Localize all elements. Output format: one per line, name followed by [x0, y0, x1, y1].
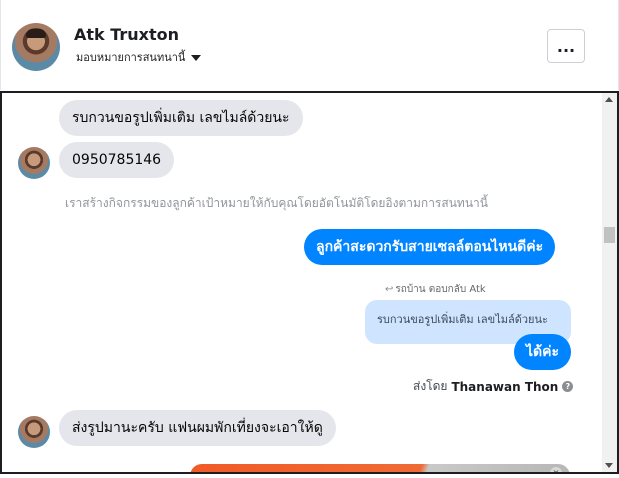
image-attachment[interactable] — [190, 464, 570, 472]
message-thread[interactable]: รบกวนขอรูปเพิ่มเติม เลขไมล์ด้วยนะ 095078… — [0, 91, 619, 474]
close-icon[interactable]: × — [550, 467, 562, 472]
assign-label: มอบหมายการสนทนานี้ — [76, 51, 186, 64]
incoming-message-bubble: รบกวนขอรูปเพิ่มเติม เลขไมล์ด้วยนะ — [59, 100, 303, 136]
reply-arrow-icon: ↩ — [385, 284, 394, 295]
vertical-scrollbar[interactable] — [602, 93, 617, 472]
contact-avatar[interactable] — [12, 23, 60, 71]
conversation-header: Atk Truxton มอบหมายการสนทนานี้ ... — [0, 0, 619, 90]
scroll-up-icon[interactable] — [605, 97, 613, 102]
assign-conversation-dropdown[interactable]: มอบหมายการสนทนานี้ — [76, 48, 202, 66]
sent-by-agent: Thanawan Thon — [451, 379, 559, 394]
system-note: เราสร้างกิจกรรมของลูกค้าเป้าหมายให้กับคุ… — [65, 196, 488, 210]
help-icon[interactable]: ? — [562, 381, 574, 392]
more-options-button[interactable]: ... — [547, 29, 585, 63]
contact-avatar-small — [18, 416, 50, 448]
scroll-thumb[interactable] — [604, 227, 615, 243]
scroll-down-icon[interactable] — [605, 463, 613, 468]
sent-by-line: ส่งโดย Thanawan Thon ? — [413, 377, 574, 396]
outgoing-message-bubble: ลูกค้าสะดวกรับสายเซลล์ตอนไหนดีค่ะ — [304, 229, 556, 265]
contact-name[interactable]: Atk Truxton — [74, 25, 179, 44]
contact-avatar-small — [18, 147, 50, 179]
chevron-down-icon — [191, 54, 202, 61]
incoming-message-bubble: 0950785146 — [59, 142, 175, 178]
reply-meta-label: รถบ้าน ตอบกลับ Atk — [395, 284, 486, 295]
sent-by-label: ส่งโดย — [413, 379, 448, 393]
incoming-message-bubble: ส่งรูปมานะครับ แฟนผมพักเที่ยงจะเอาให้ดู — [59, 410, 336, 446]
outgoing-message-bubble: ได้ค่ะ — [514, 334, 572, 370]
reply-meta: ↩ รถบ้าน ตอบกลับ Atk — [385, 282, 486, 297]
